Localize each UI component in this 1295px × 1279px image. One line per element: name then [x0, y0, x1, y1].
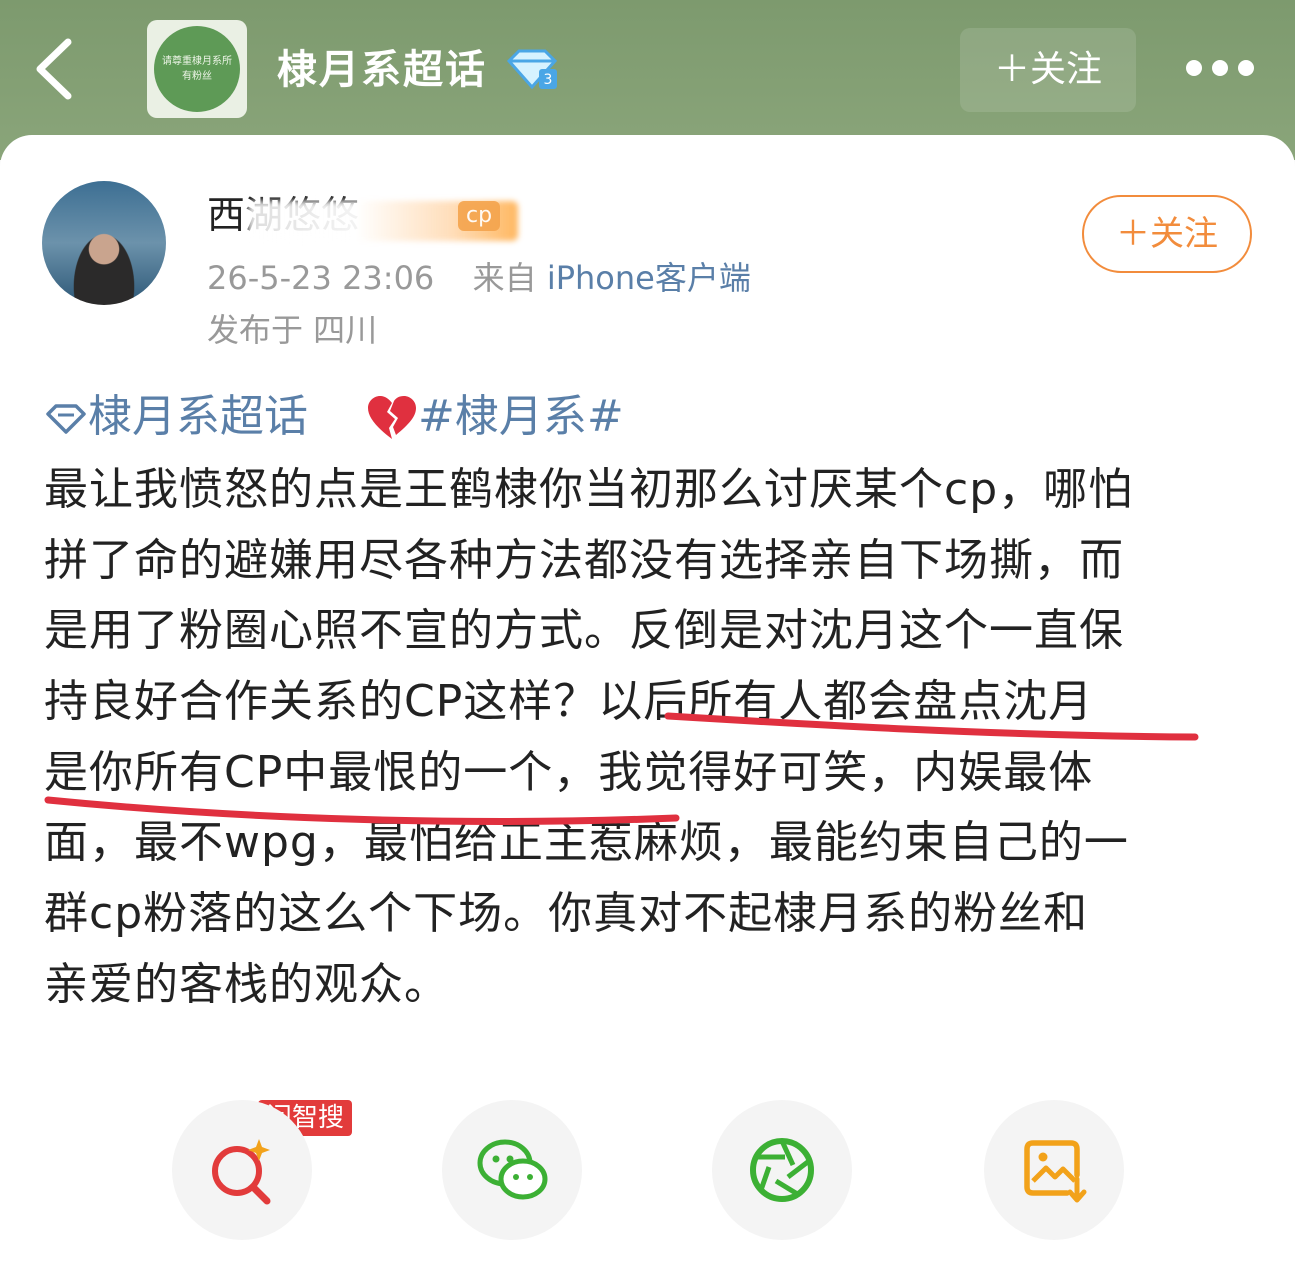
group-logo-text: 请尊重棣月系所有粉丝 — [154, 26, 240, 112]
more-dots-icon[interactable] — [1186, 58, 1256, 80]
share-wechat-button[interactable] — [442, 1100, 582, 1240]
post-body-line: 是你所有CP中最恨的一个，我觉得好可笑，内娱最体 — [44, 746, 1094, 798]
post-meta: 26-5-23 23:06 来自 iPhone客户端 — [207, 255, 751, 301]
topic-label-hashtag: #棣月系# — [418, 391, 624, 442]
topic-links: 棣月系超话 #棣月系# — [44, 387, 624, 447]
source-prefix: 来自 — [472, 259, 537, 297]
post-body-line: 拼了命的避嫌用尽各种方法都没有选择亲自下场撕，而 — [44, 534, 1124, 586]
ai-search-button[interactable] — [172, 1100, 312, 1240]
author-tag: cp — [458, 201, 501, 231]
source-device[interactable]: iPhone客户端 — [547, 259, 751, 297]
topic-label-supertopic: 棣月系超话 — [88, 391, 308, 442]
ai-search-icon — [212, 1139, 271, 1205]
post-body-line: 最让我愤怒的点是王鹤棣你当初那么讨厌某个cp，哪怕 — [44, 464, 1134, 515]
post-location: 发布于 四川 — [207, 311, 378, 349]
group-logo[interactable]: 请尊重棣月系所有粉丝 — [147, 20, 247, 118]
post-body-line: 持良好合作关系的CP这样？以后所有人都会盘点沈月 — [44, 676, 1094, 728]
wechat-icon — [477, 1139, 548, 1200]
post-body-line: 面，最不wpg，最怕给正主惹麻烦，最能约束自己的一 — [44, 817, 1129, 869]
svg-text:3: 3 — [544, 72, 553, 88]
page-title: 棣月系超话 — [277, 47, 487, 93]
share-moments-button[interactable] — [712, 1100, 852, 1240]
share-actions — [0, 1100, 1295, 1250]
save-image-icon — [1024, 1140, 1087, 1203]
header-follow-button[interactable]: ＋关注 — [960, 28, 1136, 112]
post-body-line: 群cp粉落的这么个下场。你真对不起棣月系的粉丝和 — [44, 888, 1089, 940]
topic-link-supertopic[interactable]: 棣月系超话 — [44, 387, 308, 447]
diamond-icon — [46, 404, 86, 434]
avatar[interactable] — [42, 181, 166, 305]
moments-icon — [750, 1138, 814, 1202]
timestamp: 26-5-23 23:06 — [207, 259, 435, 297]
topic-link-hashtag[interactable]: #棣月系# — [366, 387, 624, 447]
broken-heart-emoji — [368, 396, 416, 439]
post-body-line: 亲爱的客栈的观众。 — [44, 958, 449, 1010]
diamond-level-icon: 3 — [506, 49, 558, 90]
save-image-button[interactable] — [984, 1100, 1124, 1240]
post-body: 最让我愤怒的点是王鹤棣你当初那么讨厌某个cp，哪怕 拼了命的避嫌用尽各种方法都没… — [44, 455, 1259, 1021]
chevron-left-icon[interactable] — [30, 38, 80, 100]
post-body-line: 是用了粉圈心照不宣的方式。反倒是对沈月这个一直保 — [44, 605, 1124, 657]
follow-button[interactable]: ＋关注 — [1082, 195, 1252, 273]
